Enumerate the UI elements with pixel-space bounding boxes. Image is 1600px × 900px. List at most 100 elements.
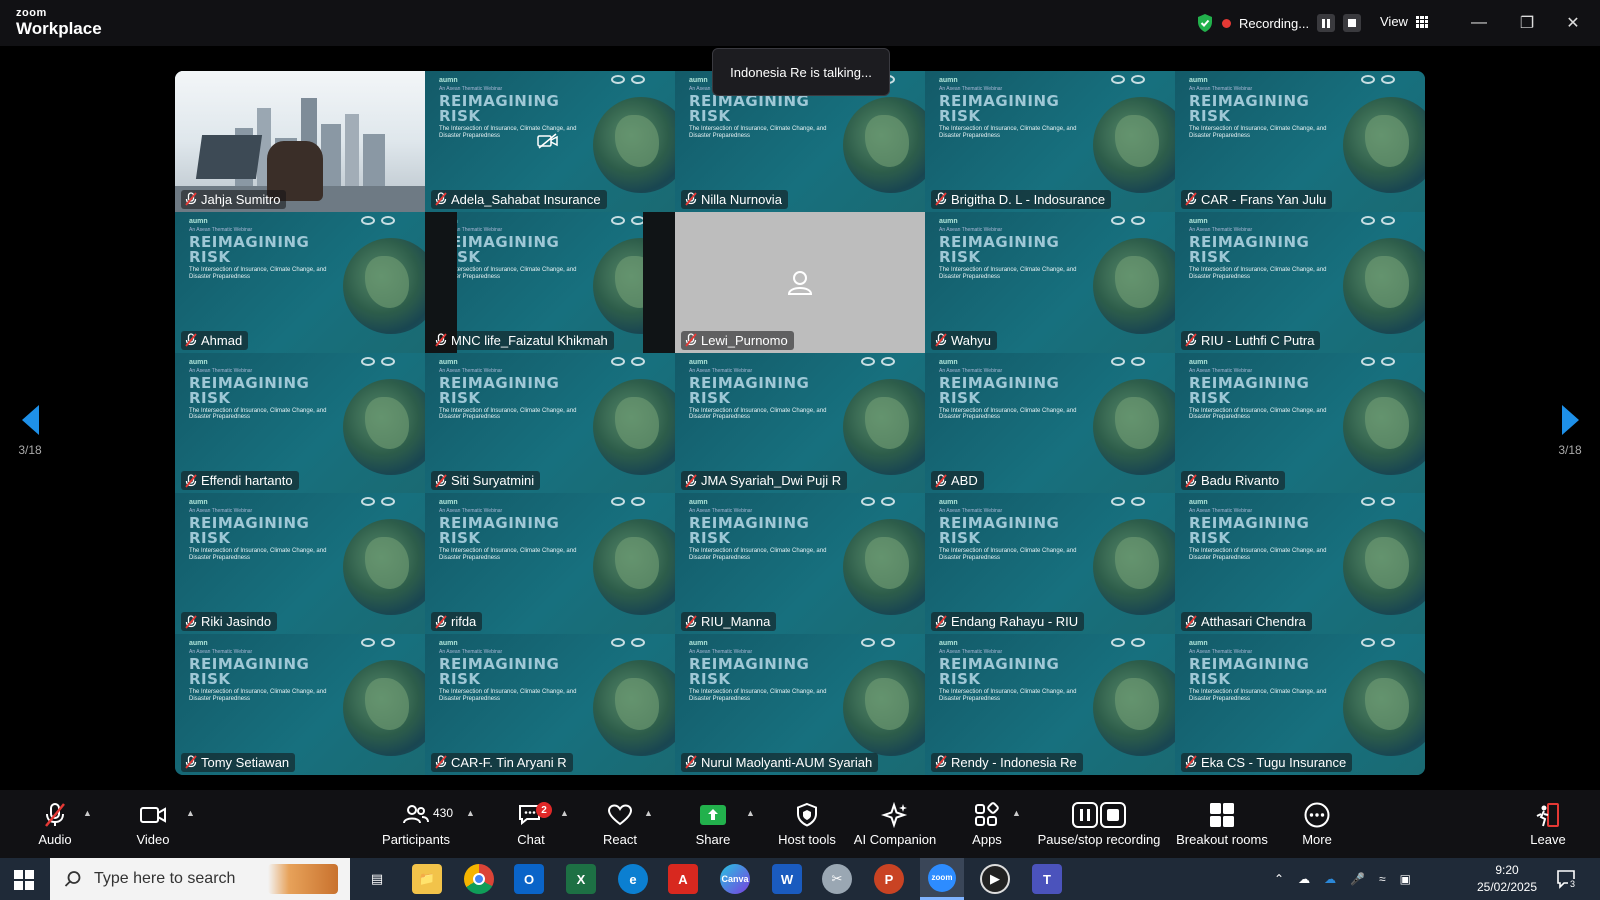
canva-app[interactable]: Canva: [720, 864, 750, 894]
edge-app[interactable]: e: [618, 864, 648, 894]
video-label: Video: [136, 831, 170, 847]
audio-button[interactable]: Audio: [30, 790, 80, 858]
slide-title: REIMAGINING RISK: [189, 373, 310, 407]
participant-video-tile[interactable]: aumn An Asean Thematic Webinar REIMAGINI…: [925, 352, 1175, 494]
stop-recording-button[interactable]: [1343, 14, 1362, 32]
teams-icon: T: [1043, 871, 1051, 887]
acrobat-icon: A: [678, 871, 688, 887]
participant-video-tile[interactable]: aumn An Asean Thematic Webinar REIMAGINI…: [175, 493, 425, 635]
minimize-button[interactable]: —: [1466, 10, 1492, 36]
display-icon[interactable]: ▣: [1400, 872, 1411, 886]
slide-description: The Intersection of Insurance, Climate C…: [939, 126, 1077, 139]
participant-video-tile[interactable]: aumn An Asean Thematic Webinar REIMAGINI…: [1175, 71, 1425, 212]
tray-overflow-chevron-icon[interactable]: ⌃: [1274, 872, 1284, 886]
participant-video-tile[interactable]: aumn An Asean Thematic Webinar REIMAGINI…: [425, 211, 675, 353]
participant-video-tile[interactable]: aumn An Asean Thematic Webinar REIMAGINI…: [1175, 493, 1425, 635]
outlook-app[interactable]: O: [514, 864, 544, 894]
participants-button[interactable]: Participants: [378, 790, 454, 858]
slide-globe-image: [1093, 660, 1175, 757]
react-options-caret[interactable]: ▲: [644, 808, 653, 818]
react-label: React: [603, 831, 637, 847]
participant-video-tile[interactable]: aumn An Asean Thematic Webinar REIMAGINI…: [175, 211, 425, 353]
restore-button[interactable]: ❐: [1514, 10, 1540, 36]
participant-video-tile[interactable]: aumn An Asean Thematic Webinar REIMAGINI…: [425, 493, 675, 635]
view-button[interactable]: View: [1380, 14, 1428, 29]
taskbar-clock[interactable]: 9:20 25/02/2025: [1472, 862, 1542, 896]
security-shield-icon[interactable]: [1196, 13, 1214, 33]
tray-cloud-icon[interactable]: ☁: [1298, 872, 1310, 886]
participant-video-tile-virtual-office[interactable]: Jahja Sumitro: [175, 71, 425, 212]
close-button[interactable]: ✕: [1560, 10, 1586, 36]
slide-subtitle: An Asean Thematic Webinar: [939, 226, 1003, 233]
file-explorer-app[interactable]: 📁: [412, 864, 442, 894]
clock-date: 25/02/2025: [1476, 880, 1538, 894]
powerpoint-app[interactable]: P: [874, 864, 904, 894]
participant-video-tile[interactable]: aumn An Asean Thematic Webinar REIMAGINI…: [1175, 352, 1425, 494]
breakout-rooms-button[interactable]: Breakout rooms: [1172, 790, 1272, 858]
participant-name-tag: Atthasari Chendra: [1181, 612, 1312, 632]
slide-globe-image: [593, 378, 675, 475]
participant-video-tile[interactable]: aumn An Asean Thematic Webinar REIMAGINI…: [925, 634, 1175, 775]
notification-center-button[interactable]: 3: [1556, 869, 1578, 894]
chat-button[interactable]: Chat: [506, 790, 556, 858]
share-options-caret[interactable]: ▲: [746, 808, 755, 818]
excel-app[interactable]: X: [566, 864, 596, 894]
windows-start-button[interactable]: [14, 870, 34, 895]
participant-video-tile[interactable]: aumn An Asean Thematic Webinar REIMAGINI…: [925, 211, 1175, 353]
media-player-app[interactable]: ▶: [980, 864, 1010, 894]
pause-stop-recording-button[interactable]: Pause/stop recording: [1034, 790, 1164, 858]
participant-video-tile[interactable]: aumn An Asean Thematic Webinar REIMAGINI…: [425, 71, 675, 212]
previous-page-nav[interactable]: 3/18: [10, 405, 50, 457]
participant-video-tile[interactable]: aumn An Asean Thematic Webinar REIMAGINI…: [675, 493, 925, 635]
teams-app[interactable]: T: [1032, 864, 1062, 894]
mic-muted-icon: [45, 802, 65, 827]
participants-options-caret[interactable]: ▲: [466, 808, 475, 818]
wifi-icon[interactable]: ≈: [1379, 872, 1386, 886]
task-view-button[interactable]: ▤: [362, 864, 392, 894]
more-button[interactable]: More: [1292, 790, 1342, 858]
participant-video-tile[interactable]: aumn An Asean Thematic Webinar REIMAGINI…: [175, 634, 425, 775]
share-button[interactable]: Share: [688, 790, 738, 858]
leave-button[interactable]: Leave: [1522, 790, 1574, 858]
apps-button[interactable]: Apps: [962, 790, 1012, 858]
microphone-icon[interactable]: 🎤: [1350, 872, 1365, 886]
participant-video-tile[interactable]: aumn An Asean Thematic Webinar REIMAGINI…: [675, 634, 925, 775]
apps-options-caret[interactable]: ▲: [1012, 808, 1021, 818]
react-button[interactable]: React: [595, 790, 645, 858]
snipping-app[interactable]: ✂: [822, 864, 852, 894]
chat-options-caret[interactable]: ▲: [560, 808, 569, 818]
audio-options-caret[interactable]: ▲: [83, 808, 92, 818]
mic-muted-icon: [435, 755, 447, 770]
restore-icon: ❐: [1519, 15, 1535, 32]
participant-video-tile[interactable]: aumn An Asean Thematic Webinar REIMAGINI…: [175, 352, 425, 494]
slide-description: The Intersection of Insurance, Climate C…: [689, 689, 827, 703]
acrobat-app[interactable]: A: [668, 864, 698, 894]
ai-companion-button[interactable]: AI Companion: [850, 790, 940, 858]
pause-stop-recording-label: Pause/stop recording: [1037, 831, 1161, 847]
chrome-app[interactable]: [464, 864, 494, 894]
participant-video-tile[interactable]: aumn An Asean Thematic Webinar REIMAGINI…: [425, 352, 675, 494]
slide-subtitle: An Asean Thematic Webinar: [1189, 86, 1253, 92]
next-page-nav[interactable]: 3/18: [1550, 405, 1590, 457]
slide-title: REIMAGINING RISK: [939, 655, 1060, 689]
video-options-caret[interactable]: ▲: [186, 808, 195, 818]
mic-muted-icon: [1185, 755, 1197, 770]
word-app[interactable]: W: [772, 864, 802, 894]
pause-recording-button[interactable]: [1317, 14, 1336, 32]
participant-video-tile[interactable]: Lewi_Purnomo: [675, 211, 925, 353]
taskbar-search-box[interactable]: Type here to search: [50, 858, 350, 900]
slide-text: An Asean Thematic Webinar REIMAGINING RI…: [689, 650, 839, 703]
zoom-app-active[interactable]: zoom: [920, 858, 964, 900]
onedrive-icon[interactable]: ☁: [1324, 872, 1336, 886]
video-button[interactable]: Video: [128, 790, 178, 858]
participant-name: RIU_Manna: [701, 614, 771, 630]
participant-video-tile[interactable]: aumn An Asean Thematic Webinar REIMAGINI…: [675, 352, 925, 494]
participant-video-tile[interactable]: aumn An Asean Thematic Webinar REIMAGINI…: [1175, 211, 1425, 353]
participant-video-tile[interactable]: aumn An Asean Thematic Webinar REIMAGINI…: [925, 71, 1175, 212]
participant-video-tile[interactable]: aumn An Asean Thematic Webinar REIMAGINI…: [1175, 634, 1425, 775]
recording-dot-icon: [1222, 18, 1231, 28]
slide-subtitle: An Asean Thematic Webinar: [689, 508, 753, 515]
host-tools-button[interactable]: Host tools: [772, 790, 842, 858]
participant-video-tile[interactable]: aumn An Asean Thematic Webinar REIMAGINI…: [425, 634, 675, 775]
participant-video-tile[interactable]: aumn An Asean Thematic Webinar REIMAGINI…: [925, 493, 1175, 635]
